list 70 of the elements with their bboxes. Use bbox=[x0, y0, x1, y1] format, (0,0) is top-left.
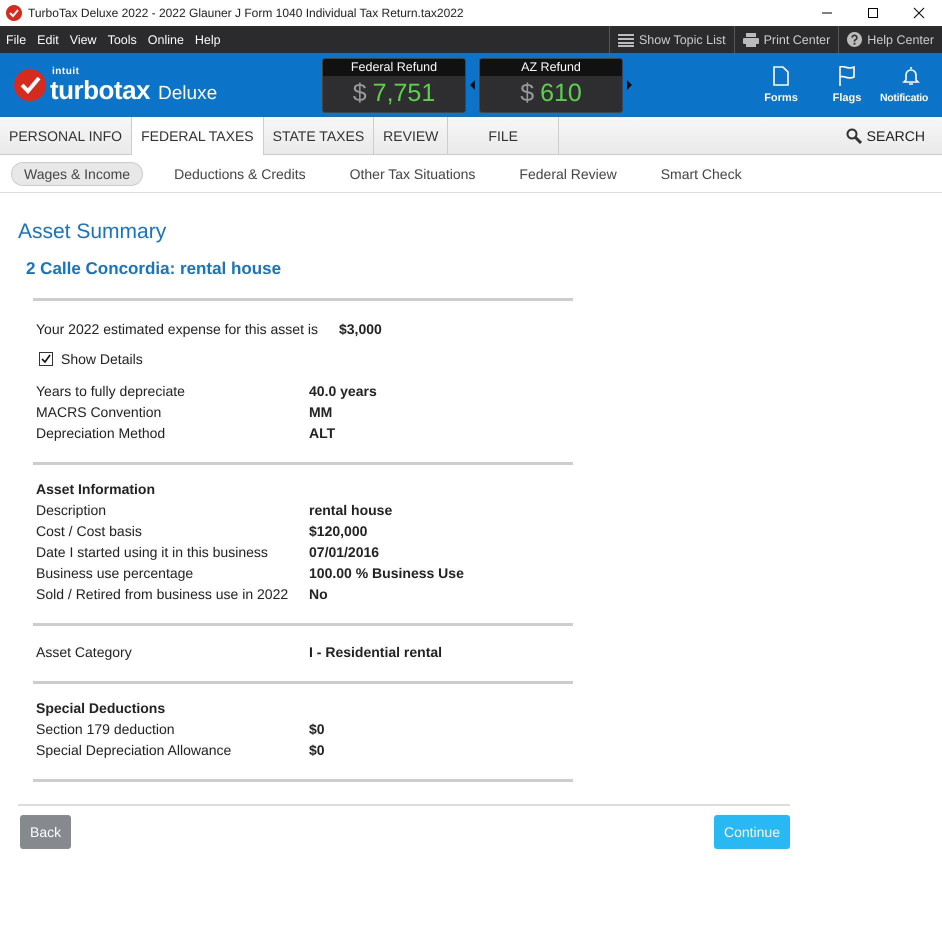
field-value: No bbox=[309, 585, 329, 604]
search-button[interactable]: SEARCH bbox=[840, 117, 942, 154]
printer-icon bbox=[742, 32, 759, 46]
brand-name: intuit bbox=[52, 67, 80, 77]
field-value: rental house bbox=[309, 501, 394, 520]
help-icon bbox=[847, 32, 862, 47]
field-label: Depreciation Method bbox=[36, 424, 166, 443]
field-label: Date I started using it in this business bbox=[36, 543, 269, 562]
field-label: Special Depreciation Allowance bbox=[36, 741, 232, 760]
app-icon bbox=[6, 5, 22, 21]
menu-item[interactable]: View bbox=[66, 32, 101, 46]
nav-tab[interactable]: FEDERAL TAXES bbox=[132, 117, 264, 155]
subnav-tab[interactable]: Federal Review bbox=[506, 162, 630, 186]
field-value: MM bbox=[309, 403, 334, 422]
nav-tab[interactable]: STATE TAXES bbox=[264, 117, 374, 154]
field-value: 40.0 years bbox=[309, 382, 378, 401]
nav-tab[interactable]: REVIEW bbox=[374, 117, 448, 154]
menu-item[interactable]: Help bbox=[190, 32, 225, 46]
field-label: Asset Category bbox=[36, 643, 133, 662]
product-name: turbotax bbox=[50, 77, 150, 103]
subnav-tab[interactable]: Smart Check bbox=[648, 162, 755, 186]
menu-item[interactable]: Tools bbox=[104, 32, 141, 46]
field-label: Sold / Retired from business use in 2022 bbox=[36, 585, 290, 604]
section-heading: Asset Information bbox=[36, 480, 156, 499]
refund-amount: 7,751 bbox=[372, 79, 436, 108]
checkmark-logo-icon bbox=[14, 69, 46, 101]
field-value: I - Residential rental bbox=[309, 643, 444, 662]
document-icon bbox=[773, 66, 789, 86]
checkbox-label[interactable]: Show Details bbox=[61, 351, 143, 367]
field-value: 07/01/2016 bbox=[309, 543, 380, 562]
menu-item[interactable]: Edit bbox=[33, 32, 63, 46]
refund-amount: 610 bbox=[540, 79, 582, 108]
menu-item[interactable]: File bbox=[2, 32, 30, 46]
search-icon bbox=[846, 128, 862, 144]
field-label: Cost / Cost basis bbox=[36, 522, 143, 541]
window-title: TurboTax Deluxe 2022 - 2022 Glauner J Form 1040 Individual Tax Return.tax2022 bbox=[28, 6, 465, 20]
nav-tab[interactable]: FILE bbox=[448, 117, 559, 154]
edition-name: Deluxe bbox=[158, 84, 218, 103]
flag-icon bbox=[838, 66, 856, 86]
subnav-tab[interactable]: Wages & Income bbox=[11, 162, 144, 186]
menu-item[interactable]: Online bbox=[144, 32, 188, 46]
bell-icon bbox=[902, 66, 920, 86]
field-label: MACRS Convention bbox=[36, 403, 162, 422]
expense-value: $3,000 bbox=[338, 321, 382, 337]
refund-label: Federal Refund bbox=[323, 58, 465, 76]
field-label: Business use percentage bbox=[36, 564, 194, 583]
field-value: ALT bbox=[309, 424, 336, 443]
field-value: $120,000 bbox=[309, 522, 368, 541]
left-arrow-icon[interactable] bbox=[470, 80, 475, 90]
header-action[interactable]: Forms bbox=[748, 66, 814, 104]
field-label: Description bbox=[36, 501, 108, 520]
currency-sign: $ bbox=[352, 79, 367, 108]
right-arrow-icon[interactable] bbox=[627, 80, 632, 90]
header-action[interactable]: Flags bbox=[814, 66, 880, 104]
list-icon bbox=[618, 32, 634, 46]
checkbox[interactable] bbox=[39, 352, 53, 366]
subnav-tab[interactable]: Other Tax Situations bbox=[336, 162, 488, 186]
field-label: Years to fully depreciate bbox=[36, 382, 186, 401]
header-action[interactable]: Notificatio bbox=[880, 66, 942, 104]
field-value: $0 bbox=[309, 720, 326, 739]
section-heading: Special Deductions bbox=[36, 699, 166, 718]
field-value: 100.00 % Business Use bbox=[309, 564, 465, 583]
asset-title: 2 Calle Concordia: rental house bbox=[26, 259, 282, 279]
page-title: Asset Summary bbox=[18, 220, 168, 244]
refund-label: AZ Refund bbox=[480, 58, 622, 76]
subnav-tab[interactable]: Deductions & Credits bbox=[161, 162, 319, 186]
field-label: Section 179 deduction bbox=[36, 720, 176, 739]
field-value: $0 bbox=[309, 741, 326, 760]
currency-sign: $ bbox=[520, 79, 534, 108]
expense-label: Your 2022 estimated expense for this asset is bbox=[36, 321, 318, 337]
